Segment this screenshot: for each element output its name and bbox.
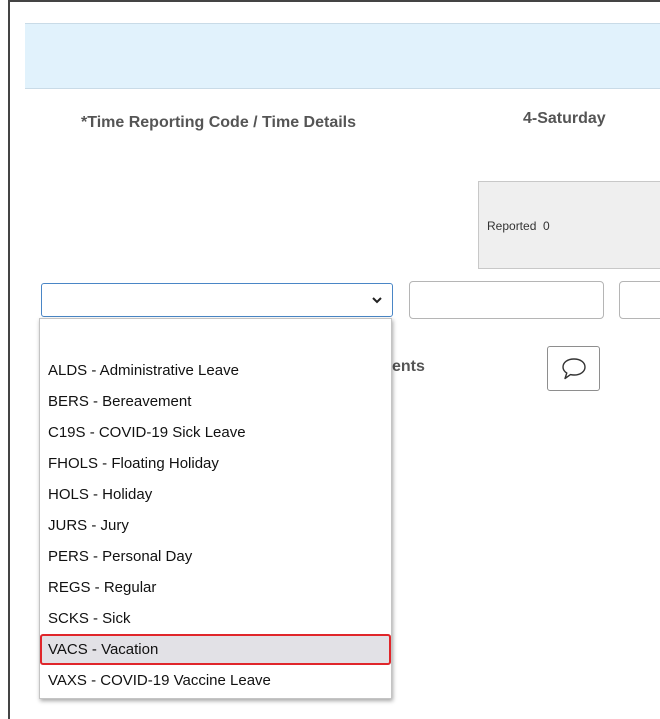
- dropdown-option[interactable]: BERS - Bereavement: [40, 386, 391, 417]
- reported-summary: Reported 0: [487, 219, 550, 233]
- header-band: [25, 23, 660, 89]
- dropdown-option[interactable]: PERS - Personal Day: [40, 541, 391, 572]
- reported-label: Reported: [487, 219, 537, 233]
- dropdown-option-blank[interactable]: [40, 319, 391, 355]
- trc-column-header: *Time Reporting Code / Time Details: [81, 114, 357, 131]
- time-details-input[interactable]: [409, 281, 604, 319]
- dropdown-option[interactable]: VAXS - COVID-19 Vaccine Leave: [40, 665, 391, 696]
- time-reporting-code-select[interactable]: [41, 283, 393, 317]
- trc-dropdown-list[interactable]: ALDS - Administrative Leave BERS - Berea…: [39, 318, 392, 699]
- dropdown-option[interactable]: ALDS - Administrative Leave: [40, 355, 391, 386]
- day-hours-input[interactable]: [619, 281, 660, 319]
- reported-value: 0: [543, 219, 550, 233]
- dropdown-option[interactable]: FHOLS - Floating Holiday: [40, 448, 391, 479]
- dropdown-option[interactable]: SCKS - Sick: [40, 603, 391, 634]
- comments-label: ents: [392, 358, 425, 375]
- dropdown-option[interactable]: HOLS - Holiday: [40, 479, 391, 510]
- dropdown-option[interactable]: JURS - Jury: [40, 510, 391, 541]
- dropdown-option-highlighted[interactable]: VACS - Vacation: [40, 634, 391, 665]
- dropdown-option[interactable]: C19S - COVID-19 Sick Leave: [40, 417, 391, 448]
- dropdown-option[interactable]: REGS - Regular: [40, 572, 391, 603]
- day-column-header: 4-Saturday: [523, 110, 606, 127]
- speech-bubble-icon: [562, 358, 586, 380]
- chevron-down-icon: [372, 297, 382, 304]
- comment-button[interactable]: [547, 346, 600, 391]
